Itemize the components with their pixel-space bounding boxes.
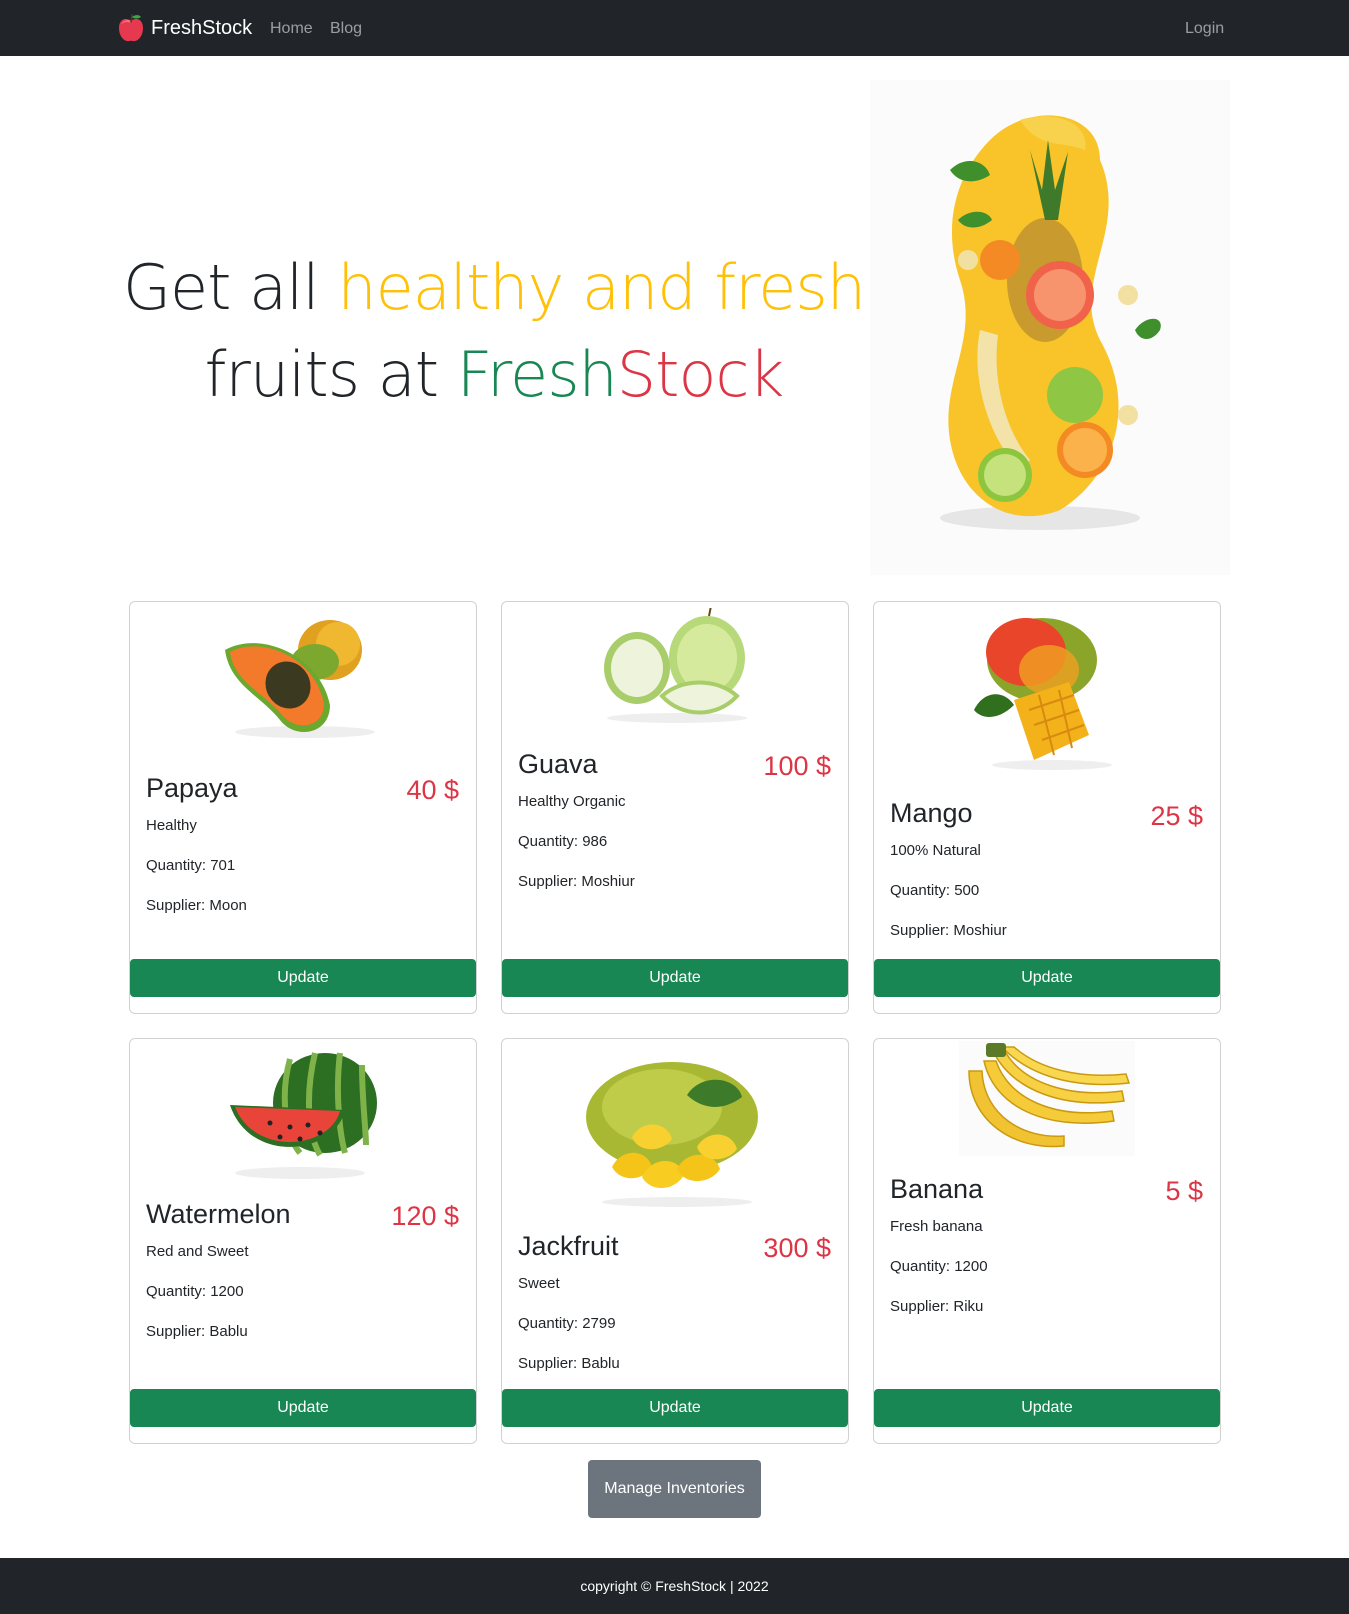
update-button[interactable]: Update — [502, 959, 848, 997]
product-quantity: Quantity: 2799 — [518, 1315, 616, 1332]
update-button[interactable]: Update — [502, 1389, 848, 1427]
update-button[interactable]: Update — [130, 1389, 476, 1427]
product-name: Guava — [518, 749, 598, 779]
product-quantity: Quantity: 1200 — [146, 1283, 244, 1300]
apple-icon — [119, 14, 143, 42]
product-description: Fresh banana — [890, 1218, 983, 1235]
hero-line-1: Get all healthy and fresh — [118, 244, 870, 331]
product-description: 100% Natural — [890, 842, 981, 859]
product-description: Healthy Organic — [518, 793, 626, 810]
papaya-image — [225, 620, 375, 738]
product-supplier: Supplier: Moon — [146, 897, 247, 914]
brand-link[interactable]: FreshStock — [117, 13, 252, 43]
product-supplier: Supplier: Bablu — [518, 1355, 620, 1372]
product-price: 40 $ — [406, 775, 459, 805]
watermelon-image — [230, 1052, 377, 1179]
product-quantity: Quantity: 701 — [146, 857, 236, 874]
hero-title: Get all healthy and fresh fruits at Fres… — [118, 244, 870, 418]
hero-line-2: fruits at FreshStock — [118, 331, 870, 418]
product-supplier: Supplier: Moshiur — [890, 922, 1007, 939]
brand-name: FreshStock — [151, 17, 253, 39]
hero-highlight: healthy and fresh — [337, 251, 866, 324]
product-name: Jackfruit — [518, 1231, 619, 1261]
hero-text: fruits at — [204, 338, 457, 411]
product-quantity: Quantity: 986 — [518, 833, 608, 850]
product-description: Healthy — [146, 817, 197, 834]
product-price: 25 $ — [1150, 801, 1203, 831]
banana-image — [959, 1041, 1135, 1156]
product-card-banana: Banana 5 $ Fresh banana Quantity: 1200 S… — [873, 1038, 1221, 1444]
hero-brand-fresh: Fresh — [456, 338, 618, 411]
nav-blog-link[interactable]: Blog — [330, 17, 362, 41]
footer-copyright: copyright © FreshStock | 2022 — [580, 1578, 769, 1594]
product-card-guava: Guava 100 $ Healthy Organic Quantity: 98… — [501, 601, 849, 1014]
hero-text: Get all — [122, 251, 338, 324]
product-supplier: Supplier: Moshiur — [518, 873, 635, 890]
footer: copyright © FreshStock | 2022 — [0, 1558, 1349, 1614]
product-quantity: Quantity: 1200 — [890, 1258, 988, 1275]
jackfruit-image — [586, 1062, 758, 1207]
nav-home-link[interactable]: Home — [270, 17, 313, 41]
product-price: 100 $ — [763, 751, 831, 781]
update-button[interactable]: Update — [130, 959, 476, 997]
hero-brand-stock: Stock — [616, 338, 785, 411]
navbar: FreshStock Home Blog Login — [0, 0, 1349, 56]
manage-inventories-button[interactable]: Manage Inventories — [588, 1460, 761, 1518]
product-name: Banana — [890, 1174, 984, 1204]
product-card-jackfruit: Jackfruit 300 $ Sweet Quantity: 2799 Sup… — [501, 1038, 849, 1444]
product-name: Mango — [890, 798, 973, 828]
product-supplier: Supplier: Bablu — [146, 1323, 248, 1340]
product-card-watermelon: Watermelon 120 $ Red and Sweet Quantity:… — [129, 1038, 477, 1444]
product-supplier: Supplier: Riku — [890, 1298, 984, 1315]
hero-fruit-splash-image — [870, 80, 1230, 575]
nav-login-link[interactable]: Login — [1185, 17, 1224, 41]
product-price: 120 $ — [391, 1201, 459, 1231]
product-price: 5 $ — [1165, 1176, 1203, 1206]
product-card-mango: Mango 25 $ 100% Natural Quantity: 500 Su… — [873, 601, 1221, 1014]
mango-image — [974, 618, 1112, 770]
update-button[interactable]: Update — [874, 959, 1220, 997]
product-description: Red and Sweet — [146, 1243, 249, 1260]
product-card-papaya: Papaya 40 $ Healthy Quantity: 701 Suppli… — [129, 601, 477, 1014]
product-price: 300 $ — [763, 1233, 831, 1263]
product-quantity: Quantity: 500 — [890, 882, 980, 899]
guava-image — [604, 608, 747, 723]
update-button[interactable]: Update — [874, 1389, 1220, 1427]
product-description: Sweet — [518, 1275, 560, 1292]
product-name: Watermelon — [146, 1199, 291, 1229]
product-name: Papaya — [146, 773, 238, 803]
